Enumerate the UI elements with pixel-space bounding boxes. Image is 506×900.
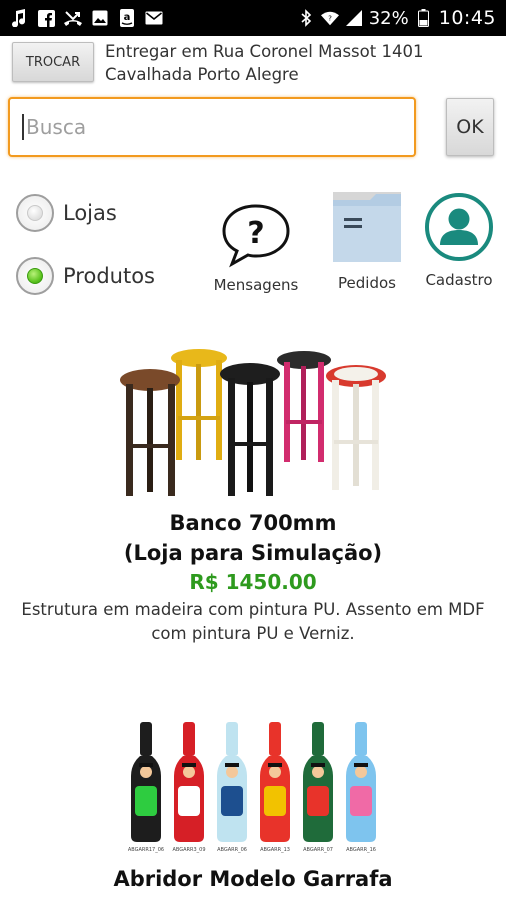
pink-stool xyxy=(277,351,331,462)
svg-text:?: ? xyxy=(328,14,332,23)
address-line-2: Cavalhada Porto Alegre xyxy=(105,65,299,84)
status-bar: a ? 32% 10:45 xyxy=(0,0,506,36)
bottle-opener-4: ABGARR_13 xyxy=(260,722,290,853)
battery-percent: 32% xyxy=(368,7,409,29)
radio-button-checked[interactable] xyxy=(16,257,54,295)
wifi-icon: ? xyxy=(320,9,339,27)
user-circle-icon xyxy=(424,192,494,266)
signal-icon xyxy=(345,9,363,27)
radio-button[interactable] xyxy=(16,194,54,232)
battery-icon xyxy=(415,9,433,27)
product-title[interactable]: Banco 700mm (Loja para Simulação) xyxy=(0,508,506,568)
search-input[interactable] xyxy=(26,115,386,139)
bottle-opener-3: ABGARR_06 xyxy=(217,722,247,853)
address-line-1: Entregar em Rua Coronel Massot 1401 xyxy=(105,42,424,61)
bottle-openers-image[interactable]: ABGARR17_06 ABGARR3_09 ABGARR_06 ABGARR_13 A… xyxy=(0,716,506,856)
question-bubble-icon: ? xyxy=(220,202,292,272)
bluetooth-icon xyxy=(297,9,315,27)
bottle-caption: ABGARR_06 xyxy=(217,847,247,853)
delivery-address: Entregar em Rua Coronel Massot 1401 Cava… xyxy=(105,40,423,86)
brown-stool xyxy=(120,369,180,496)
search-field[interactable] xyxy=(8,97,416,157)
bottle-caption: ABGARR3_09 xyxy=(172,847,205,853)
facebook-icon xyxy=(37,9,55,27)
text-cursor xyxy=(22,114,24,140)
profile-label: Cadastro xyxy=(425,271,493,289)
svg-text:a: a xyxy=(124,12,131,23)
profile-action[interactable]: Cadastro xyxy=(418,192,500,289)
mail-icon xyxy=(145,9,163,27)
bottle-opener-2: ABGARR3_09 xyxy=(172,722,206,853)
orders-label: Pedidos xyxy=(338,274,396,292)
clock: 10:45 xyxy=(438,7,496,29)
stools-image[interactable] xyxy=(0,346,506,502)
image-icon xyxy=(91,9,109,27)
product-name-line-1[interactable]: Abridor Modelo Garrafa xyxy=(0,864,506,894)
white-stool xyxy=(326,365,386,490)
bottle-opener-6: ABGARR_16 xyxy=(346,722,376,853)
product-card[interactable]: Banco 700mm (Loja para Simulação) R$ 145… xyxy=(0,346,506,646)
radio-lojas[interactable]: Lojas xyxy=(16,194,117,232)
bottle-opener-1: ABGARR17_06 xyxy=(128,722,164,853)
missed-call-icon xyxy=(64,9,82,27)
radio-label-produtos[interactable]: Produtos xyxy=(63,264,155,288)
product-description: Estrutura em madeira com pintura PU. Ass… xyxy=(21,600,485,643)
bottle-caption: ABGARR17_06 xyxy=(128,847,164,853)
messages-label: Mensagens xyxy=(213,276,299,294)
folder-icon xyxy=(330,190,404,270)
product-card[interactable]: ABGARR17_06 ABGARR3_09 ABGARR_06 ABGARR_13 A… xyxy=(0,716,506,894)
bottle-opener-5: ABGARR_07 xyxy=(303,722,333,853)
search-ok-button[interactable]: OK xyxy=(446,98,494,156)
product-name-line-2[interactable]: (Loja para Simulação) xyxy=(0,538,506,568)
svg-text:?: ? xyxy=(247,216,264,251)
product-title[interactable]: Abridor Modelo Garrafa xyxy=(0,864,506,894)
yellow-stool xyxy=(171,349,227,460)
orders-action[interactable]: Pedidos xyxy=(324,190,410,292)
bottle-caption: ABGARR_07 xyxy=(303,847,333,853)
bottle-caption: ABGARR_13 xyxy=(260,847,290,853)
radio-produtos[interactable]: Produtos xyxy=(16,257,155,295)
music-note-icon xyxy=(10,9,28,27)
black-stool xyxy=(220,363,280,496)
radio-label-lojas[interactable]: Lojas xyxy=(63,201,117,225)
bottle-caption: ABGARR_16 xyxy=(346,847,376,853)
product-price: R$ 1450.00 xyxy=(189,570,317,594)
change-address-button[interactable]: TROCAR xyxy=(12,42,94,82)
messages-action[interactable]: ? Mensagens xyxy=(204,202,308,294)
amazon-icon: a xyxy=(118,9,136,27)
delivery-address-bar: TROCAR Entregar em Rua Coronel Massot 14… xyxy=(12,40,494,90)
product-name-line-1[interactable]: Banco 700mm xyxy=(0,508,506,538)
